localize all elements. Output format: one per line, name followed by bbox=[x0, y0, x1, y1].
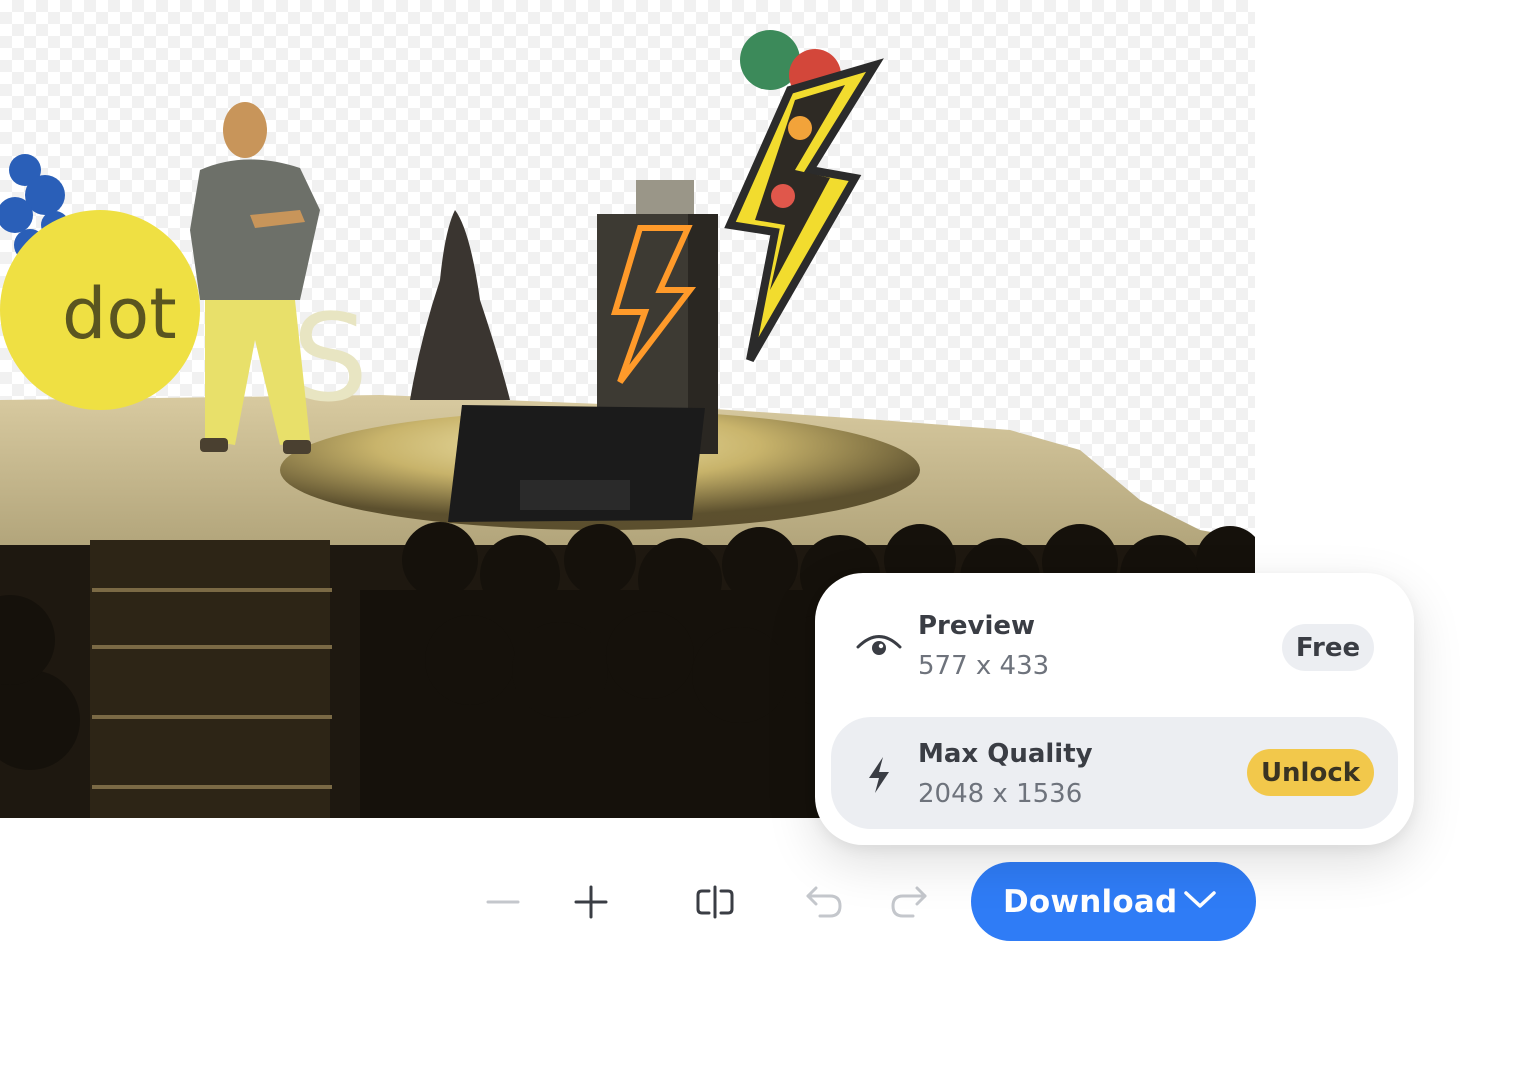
minus-icon bbox=[486, 900, 520, 904]
download-option-preview[interactable]: Preview 577 x 433 Free bbox=[831, 589, 1398, 701]
redo-button[interactable] bbox=[879, 872, 939, 932]
editor-page: dot S Download Preview 577 x 433 Free Ma… bbox=[0, 0, 1518, 1076]
unlock-badge[interactable]: Unlock bbox=[1247, 749, 1374, 796]
lightning-icon bbox=[855, 751, 903, 799]
option-title: Max Quality bbox=[918, 739, 1093, 769]
undo-button[interactable] bbox=[794, 872, 854, 932]
compare-split-icon bbox=[696, 885, 734, 919]
download-option-max-quality[interactable]: Max Quality 2048 x 1536 Unlock bbox=[831, 717, 1398, 829]
zoom-out-button[interactable] bbox=[473, 872, 533, 932]
undo-icon bbox=[806, 886, 842, 918]
dot-sign-text: dot bbox=[62, 273, 177, 355]
chevron-down-icon bbox=[1184, 891, 1216, 908]
option-dimensions: 2048 x 1536 bbox=[918, 779, 1083, 809]
eye-icon bbox=[855, 623, 903, 671]
option-title: Preview bbox=[918, 611, 1036, 641]
plus-icon bbox=[574, 885, 608, 919]
download-button[interactable]: Download bbox=[971, 862, 1256, 941]
draped-object bbox=[410, 210, 510, 400]
zoom-in-button[interactable] bbox=[561, 872, 621, 932]
lightning-sculpture bbox=[724, 30, 884, 362]
download-label: Download bbox=[1003, 883, 1178, 920]
free-badge: Free bbox=[1282, 624, 1374, 671]
option-dimensions: 577 x 433 bbox=[918, 651, 1050, 681]
download-options-menu: Preview 577 x 433 Free Max Quality 2048 … bbox=[815, 573, 1414, 845]
compare-button[interactable] bbox=[685, 872, 745, 932]
redo-icon bbox=[891, 886, 927, 918]
